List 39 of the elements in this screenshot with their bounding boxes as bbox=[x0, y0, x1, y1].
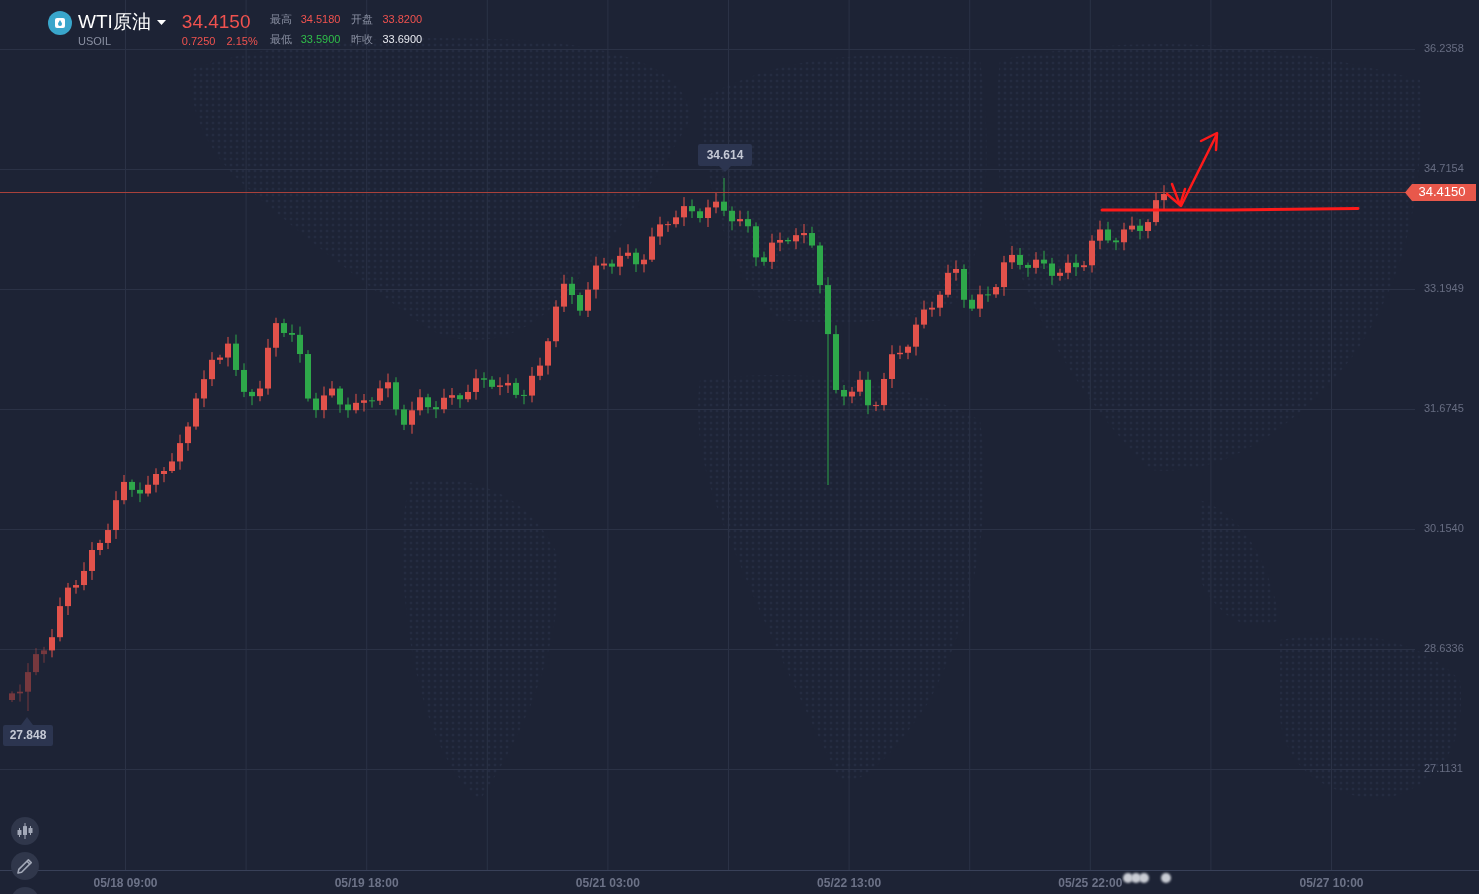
caret-icon bbox=[156, 19, 166, 25]
stat-label: 开盘 bbox=[351, 13, 374, 26]
y-axis-label: 28.6336 bbox=[1424, 642, 1464, 655]
y-axis-label: 33.1949 bbox=[1424, 282, 1464, 295]
last-price-tag: 34.4150 bbox=[1405, 184, 1476, 201]
dot-icon bbox=[1161, 873, 1171, 883]
low-price-marker: 27.848 bbox=[3, 717, 53, 746]
stat-label: 最低 bbox=[269, 33, 292, 46]
y-axis-label: 27.1131 bbox=[1424, 762, 1463, 775]
current-price: 34.4150 bbox=[181, 10, 252, 34]
dot-icon bbox=[1131, 873, 1141, 883]
pencil-icon bbox=[17, 858, 33, 874]
x-axis-label: 05/27 10:00 bbox=[1299, 876, 1364, 891]
x-axis-label: 05/22 13:00 bbox=[817, 876, 882, 891]
x-axis-label: 05/25 22:00 bbox=[1058, 876, 1123, 891]
stat-value: 33.6900 bbox=[382, 33, 423, 46]
stat-value: 33.5900 bbox=[300, 33, 341, 46]
x-axis-label: 05/21 03:00 bbox=[575, 876, 640, 891]
instrument-selector[interactable]: WTI原油 bbox=[78, 10, 166, 34]
high-price-marker: 34.614 bbox=[698, 144, 752, 172]
y-axis-label: 30.1540 bbox=[1424, 522, 1464, 535]
tool-button[interactable] bbox=[11, 852, 39, 880]
y-axis-label: 31.6745 bbox=[1424, 402, 1464, 415]
dot-icon bbox=[1123, 873, 1133, 883]
stat-value: 33.8200 bbox=[382, 13, 423, 26]
tool-button[interactable] bbox=[11, 817, 39, 845]
logo-icon bbox=[48, 11, 72, 35]
y-axis-label: 36.2358 bbox=[1424, 42, 1464, 55]
candlestick-icon bbox=[17, 823, 33, 839]
stat-value: 34.5180 bbox=[300, 13, 341, 26]
price-change: 0.7250 bbox=[181, 35, 216, 48]
y-axis-label: 34.7154 bbox=[1424, 162, 1464, 175]
stat-label: 最高 bbox=[269, 13, 292, 26]
stat-label: 昨收 bbox=[351, 33, 374, 46]
instrument-symbol: USOIL bbox=[78, 35, 112, 48]
dot-icon bbox=[1139, 873, 1149, 883]
x-axis-label: 05/18 09:00 bbox=[93, 876, 158, 891]
x-axis-label: 05/19 18:00 bbox=[334, 876, 399, 891]
percent-change: 2.15% bbox=[226, 35, 258, 48]
